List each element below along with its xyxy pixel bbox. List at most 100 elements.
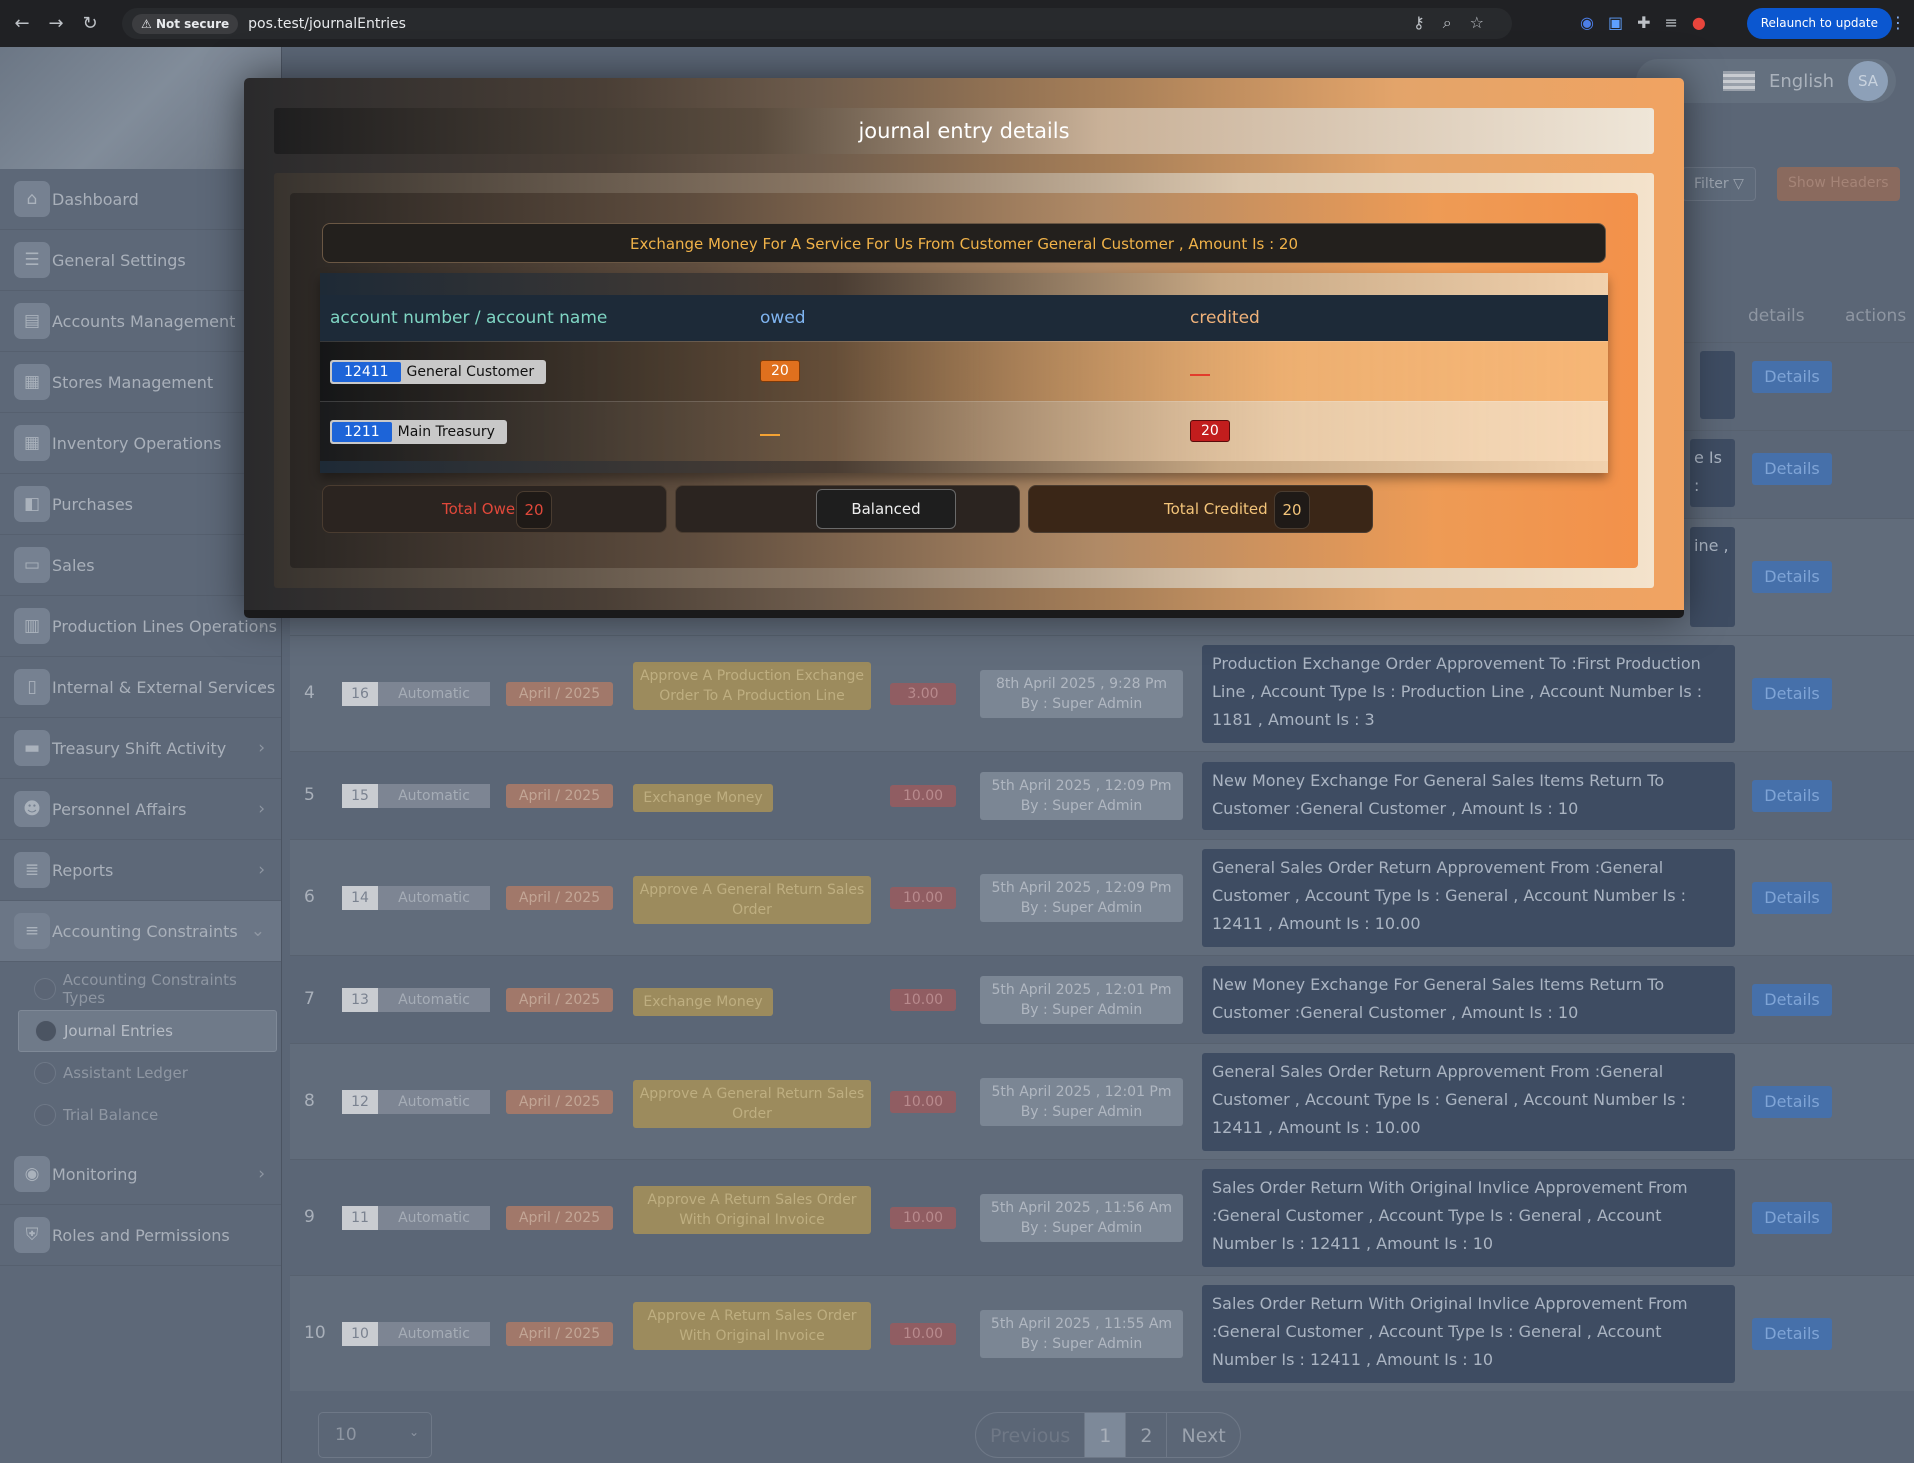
bullet-icon bbox=[34, 1104, 56, 1126]
sidebar-item-label: Accounts Management bbox=[52, 311, 236, 331]
relaunch-button[interactable]: Relaunch to update bbox=[1746, 8, 1892, 39]
menu-kebab-icon[interactable]: ⋮ bbox=[1890, 13, 1906, 32]
bullet-icon bbox=[35, 1020, 57, 1042]
entry-id-badge: 15 Automatic bbox=[342, 784, 490, 808]
row-number: 5 bbox=[304, 785, 315, 805]
home-icon: ⌂ bbox=[14, 181, 50, 217]
report-icon: ≣ bbox=[14, 852, 50, 888]
page-1-button[interactable]: 1 bbox=[1085, 1413, 1127, 1457]
details-button[interactable]: Details bbox=[1752, 1318, 1832, 1350]
forward-icon[interactable]: → bbox=[44, 13, 68, 34]
not-secure-badge[interactable]: ⚠ Not secure bbox=[132, 13, 239, 34]
sidebar-item-accounting-constraints[interactable]: ≡ Accounting Constraints ⌄ bbox=[0, 901, 281, 962]
details-button[interactable]: Details bbox=[1752, 361, 1832, 393]
entry-type-badge: Approve A Return Sales Order With Origin… bbox=[633, 1186, 871, 1234]
sidebar-item-accounts-management[interactable]: ▤ Accounts Management bbox=[0, 291, 281, 352]
extension-icon[interactable]: ▣ bbox=[1608, 13, 1623, 32]
next-page-button[interactable]: Next bbox=[1167, 1413, 1239, 1457]
chevron-right-icon: › bbox=[258, 860, 265, 880]
sidebar-item-monitoring[interactable]: ◉ Monitoring › bbox=[0, 1144, 281, 1205]
extension-icon[interactable]: ◉ bbox=[1580, 13, 1594, 32]
sidebar-item-label: Personnel Affairs bbox=[52, 799, 187, 819]
entry-line-row: 12411 General Customer 20 bbox=[320, 341, 1608, 401]
details-button[interactable]: Details bbox=[1752, 780, 1832, 812]
sidebar-item-personnel-affairs[interactable]: ☻ Personnel Affairs › bbox=[0, 779, 281, 840]
row-number: 10 bbox=[304, 1323, 326, 1343]
sidebar-item-roles-and-permissions[interactable]: ⛨ Roles and Permissions bbox=[0, 1205, 281, 1266]
us-flag-icon bbox=[1723, 71, 1755, 91]
zoom-icon[interactable]: ⌕ bbox=[1443, 13, 1452, 33]
entry-table-header: account number / account name owed credi… bbox=[320, 295, 1608, 341]
submenu-item-journal-entries[interactable]: Journal Entries bbox=[18, 1010, 277, 1052]
sidebar-item-purchases[interactable]: ◧ Purchases bbox=[0, 474, 281, 535]
sidebar-item-reports[interactable]: ≣ Reports › bbox=[0, 840, 281, 901]
details-button[interactable]: Details bbox=[1752, 882, 1832, 914]
details-button[interactable]: Details bbox=[1752, 1202, 1832, 1234]
submenu-item-accounting-constraints-types[interactable]: Accounting Constraints Types bbox=[0, 968, 281, 1010]
extensions-bar: ◉ ▣ ✚ ≡ ● bbox=[1580, 13, 1706, 32]
created-info: 8th April 2025 , 9:28 Pm By : Super Admin bbox=[980, 670, 1183, 718]
table-row: 5 15 Automatic April / 2025 Exchange Money 10… bbox=[290, 751, 1914, 839]
page-2-button[interactable]: 2 bbox=[1126, 1413, 1168, 1457]
sidebar-item-stores-management[interactable]: ▦ Stores Management bbox=[0, 352, 281, 413]
period-badge: April / 2025 bbox=[506, 784, 613, 808]
entry-card: Exchange Money For A Service For Us From… bbox=[290, 193, 1638, 568]
created-info: 5th April 2025 , 12:01 Pm By : Super Admi… bbox=[980, 976, 1183, 1024]
document-icon: ▯ bbox=[14, 669, 50, 705]
filter-icon: ▽ bbox=[1733, 176, 1744, 192]
sidebar-item-inventory-operations[interactable]: ▦ Inventory Operations bbox=[0, 413, 281, 474]
details-text: Production Exchange Order Approvement To… bbox=[1202, 645, 1735, 743]
shield-icon: ⛨ bbox=[14, 1217, 50, 1253]
sidebar-item-dashboard[interactable]: ⌂ Dashboard bbox=[0, 169, 281, 230]
pagination-bar: 10 ⌄ Previous 1 2 Next bbox=[290, 1412, 1914, 1463]
puzzle-icon[interactable]: ✚ bbox=[1637, 13, 1650, 32]
details-button[interactable]: Details bbox=[1752, 984, 1832, 1016]
details-button[interactable]: Details bbox=[1752, 1086, 1832, 1118]
reload-icon[interactable]: ↻ bbox=[78, 13, 102, 34]
address-bar[interactable]: ⚠ Not secure pos.test/journalEntries bbox=[122, 8, 1512, 39]
details-button[interactable]: Details bbox=[1752, 678, 1832, 710]
period-badge: April / 2025 bbox=[506, 1206, 613, 1230]
column-header-account: account number / account name bbox=[330, 308, 608, 328]
submenu-item-assistant-ledger[interactable]: Assistant Ledger bbox=[0, 1052, 281, 1094]
entry-line-row: 1211 Main Treasury 20 bbox=[320, 401, 1608, 461]
amount-badge: 10.00 bbox=[890, 1091, 956, 1113]
entry-type-badge: Approve A Return Sales Order With Origin… bbox=[633, 1302, 871, 1350]
amount-badge: 10.00 bbox=[890, 887, 956, 909]
back-icon[interactable]: ← bbox=[10, 13, 34, 34]
column-header-actions: actions bbox=[1845, 306, 1907, 326]
cart-icon: ▭ bbox=[14, 547, 50, 583]
wallet-icon: ▤ bbox=[14, 303, 50, 339]
entry-id-badge: 11 Automatic bbox=[342, 1206, 490, 1230]
bullet-icon bbox=[34, 1062, 56, 1084]
sidebar-item-treasury-shift-activity[interactable]: ▬ Treasury Shift Activity › bbox=[0, 718, 281, 779]
details-button[interactable]: Details bbox=[1752, 453, 1832, 485]
profile-icon[interactable]: ● bbox=[1692, 13, 1706, 32]
sidebar-item-general-settings[interactable]: ☰ General Settings bbox=[0, 230, 281, 291]
per-page-select[interactable]: 10 ⌄ bbox=[318, 1412, 432, 1458]
entry-id-badge: 10 Automatic bbox=[342, 1322, 490, 1346]
sidebar-item-sales[interactable]: ▭ Sales bbox=[0, 535, 281, 596]
sidebar-item-internal-external-services[interactable]: ▯ Internal & External Services › bbox=[0, 657, 281, 718]
avatar[interactable]: SA bbox=[1848, 61, 1888, 101]
details-button[interactable]: Details bbox=[1752, 561, 1832, 593]
journal-entry-modal: journal entry details Exchange Money For… bbox=[244, 78, 1684, 618]
url-text[interactable]: pos.test/journalEntries bbox=[248, 16, 406, 32]
details-text: ine , bbox=[1690, 527, 1735, 627]
show-headers-button[interactable]: Show Headers bbox=[1777, 167, 1900, 201]
previous-page-button[interactable]: Previous bbox=[976, 1413, 1086, 1457]
row-number: 6 bbox=[304, 887, 315, 907]
created-info: 5th April 2025 , 11:55 Am By : Super Admi… bbox=[980, 1310, 1183, 1358]
building-icon: ▦ bbox=[14, 425, 50, 461]
submenu-item-trial-balance[interactable]: Trial Balance bbox=[0, 1094, 281, 1136]
sidebar-item-production-lines-operations[interactable]: ▥ Production Lines Operations › bbox=[0, 596, 281, 657]
column-header-credited: credited bbox=[1190, 308, 1260, 328]
entry-id-badge: 14 Automatic bbox=[342, 886, 490, 910]
submenu: Accounting Constraints Types Journal Ent… bbox=[0, 962, 281, 1136]
media-icon[interactable]: ≡ bbox=[1665, 13, 1678, 32]
bookmark-star-icon[interactable]: ☆ bbox=[1470, 13, 1484, 33]
filter-button[interactable]: Filter ▽ bbox=[1682, 167, 1756, 201]
chevron-right-icon: › bbox=[258, 738, 265, 758]
chevron-down-icon: ⌄ bbox=[250, 921, 265, 941]
key-icon[interactable]: ⚷ bbox=[1413, 13, 1425, 33]
